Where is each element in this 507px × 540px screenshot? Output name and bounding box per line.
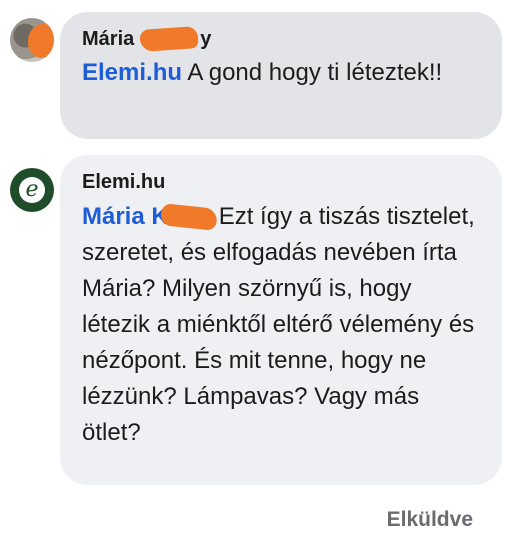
elemi-logo-icon[interactable]: e (10, 168, 54, 212)
redaction-mark (28, 24, 54, 58)
logo-letter-e-icon: e (19, 177, 45, 203)
author-redaction-mark (139, 26, 199, 52)
comment-text: Elemi.hu A gond hogy ti léteztek!! (82, 56, 482, 90)
user-avatar-icon[interactable] (10, 18, 54, 62)
sent-status: Elküldve (386, 508, 473, 531)
comment-author[interactable]: Mária y (82, 26, 482, 52)
author-name-start: Mária (82, 28, 135, 50)
author-name-end: y (200, 28, 212, 50)
mention-link[interactable]: Elemi.hu (82, 59, 182, 86)
comment-body: Ezt így a tiszás tisztelet, szeretet, és… (82, 203, 475, 446)
mention-link[interactable]: Mária K (82, 203, 169, 230)
comment-text: Mária K Ezt így a tiszás tisztelet, szere… (82, 199, 482, 451)
comment-bubble[interactable]: Elemi.hu Mária K Ezt így a tiszás tisztel… (60, 155, 502, 485)
comment-author[interactable]: Elemi.hu (82, 169, 482, 195)
comment-bubble[interactable]: Mária y Elemi.hu A gond hogy ti léteztek… (60, 12, 502, 139)
comment-body: A gond hogy ti léteztek!! (182, 59, 443, 86)
